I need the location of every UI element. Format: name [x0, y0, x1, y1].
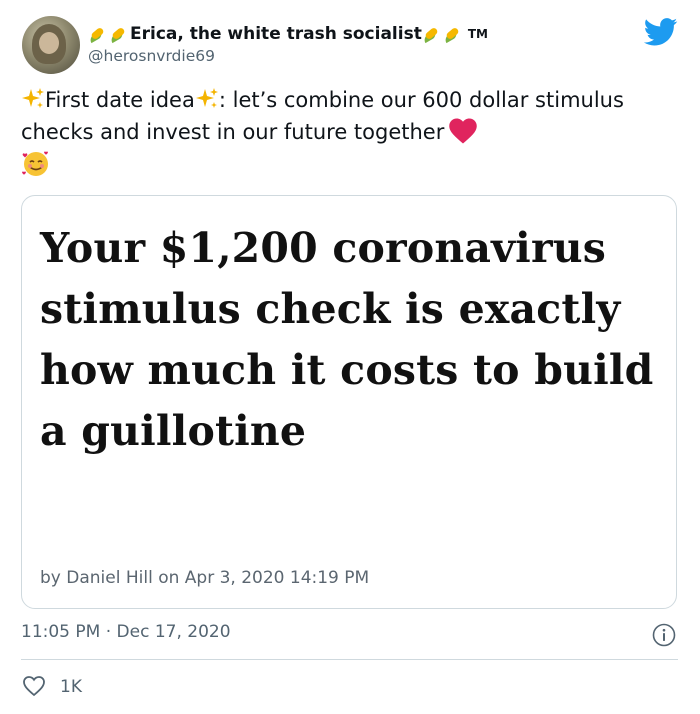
info-icon[interactable] [652, 623, 676, 647]
article-headline: Your $1,200 coronavirus stimulus check i… [40, 224, 654, 455]
display-name-row[interactable]: Erica, the white trash socialist TM [88, 20, 488, 48]
article-byline: by Daniel Hill on Apr 3, 2020 14:19 PM [40, 568, 370, 588]
like-heart-icon[interactable] [22, 675, 46, 697]
avatar-face [39, 32, 59, 54]
corn-emoji-icon [422, 25, 441, 44]
smiling-face-with-hearts-icon [22, 151, 48, 176]
tweet-timestamp[interactable]: 11:05 PM · Dec 17, 2020 [21, 622, 231, 642]
tweet-text-part1: First date idea [45, 88, 195, 112]
corn-emoji-icon [443, 25, 462, 44]
twitter-bird-icon[interactable] [644, 18, 678, 46]
trademark-symbol: TM [467, 27, 488, 41]
embedded-image-card[interactable]: Your $1,200 coronavirus stimulus check i… [21, 195, 677, 609]
display-name[interactable]: Erica, the white trash socialist [130, 24, 422, 44]
corn-emoji-icon [88, 25, 107, 44]
user-handle[interactable]: @herosnvrdie69 [88, 47, 215, 65]
sparkles-icon [22, 88, 44, 108]
avatar[interactable] [22, 16, 80, 74]
tweet-text: First date idea : let’s combine our 600 … [21, 84, 681, 178]
corn-emoji-icon [109, 25, 128, 44]
divider [21, 659, 678, 660]
red-heart-icon [449, 118, 478, 144]
like-count: 1K [60, 677, 82, 697]
sparkles-icon [195, 88, 218, 108]
